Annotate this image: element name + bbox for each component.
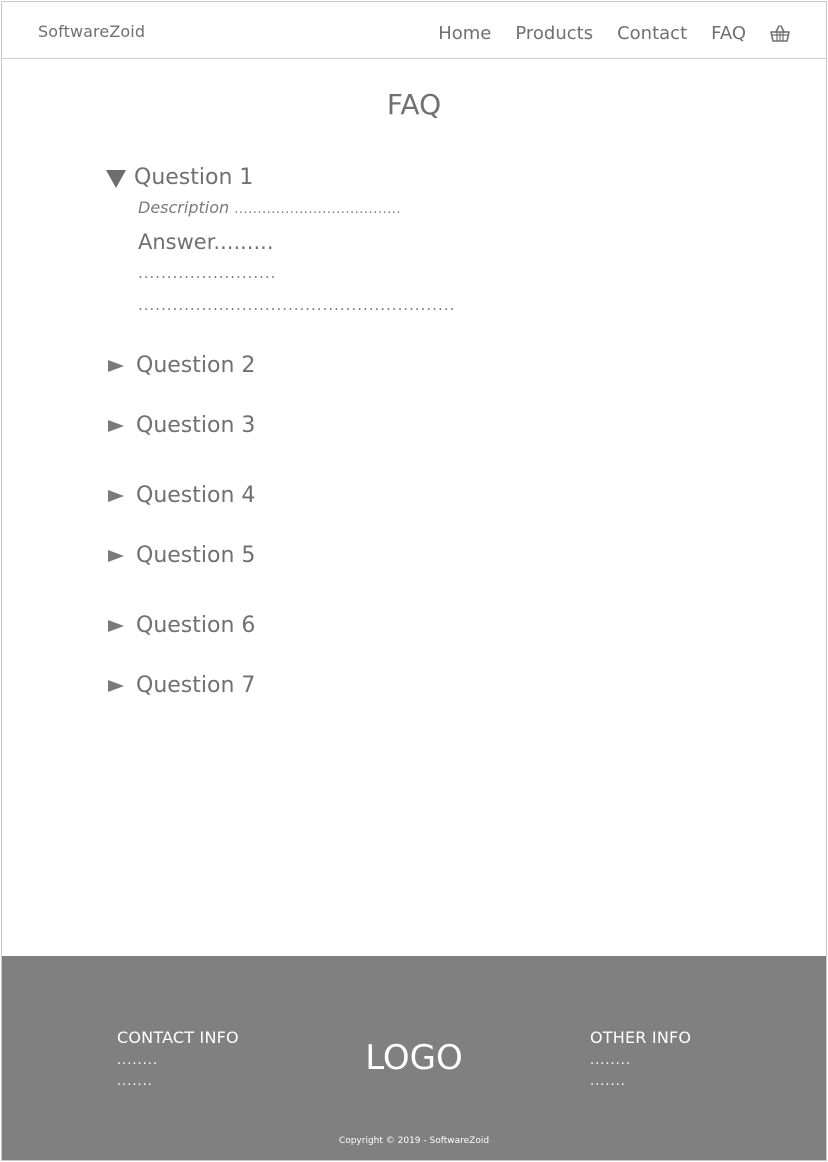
faq-question-7[interactable]: Question 7 xyxy=(106,673,255,698)
page-title: FAQ xyxy=(386,88,442,121)
page-footer: CONTACT INFO ........ ....... LOGO OTHER… xyxy=(2,956,826,1160)
nav-home-link[interactable]: Home xyxy=(438,22,491,46)
nav-faq-link[interactable]: FAQ xyxy=(711,22,746,46)
faq-question-label: Question 6 xyxy=(136,613,256,638)
faq-question-2[interactable]: Question 2 xyxy=(106,353,255,378)
triangle-right-icon xyxy=(108,679,124,692)
triangle-right-icon xyxy=(108,419,124,432)
faq-question-5[interactable]: Question 5 xyxy=(106,543,255,568)
footer-logo: LOGO xyxy=(365,1038,463,1078)
faq-question-label: Question 4 xyxy=(136,483,256,508)
faq-question-3[interactable]: Question 3 xyxy=(106,413,255,438)
faq-question-label: Question 1 xyxy=(134,165,254,190)
footer-copyright: Copyright © 2019 - SoftwareZoid xyxy=(338,1136,490,1146)
footer-other-line: ........ xyxy=(590,1053,632,1068)
faq-question-label: Question 5 xyxy=(136,543,256,568)
footer-other-title: OTHER INFO xyxy=(590,1028,692,1047)
faq-question-6[interactable]: Question 6 xyxy=(106,613,255,638)
faq-description: Description ............................… xyxy=(138,198,401,217)
faq-answer-line: ........................ xyxy=(138,264,277,282)
faq-question-label: Question 3 xyxy=(136,413,256,438)
faq-answer-line: ........................................… xyxy=(138,296,456,314)
description-label: Description xyxy=(138,198,230,217)
faq-question-label: Question 2 xyxy=(136,353,256,378)
triangle-right-icon xyxy=(108,619,124,632)
description-dots: .................................... xyxy=(234,202,401,217)
footer-other-line: ....... xyxy=(590,1074,626,1089)
main-nav: Home Products Contact FAQ xyxy=(438,22,790,46)
footer-other-info: OTHER INFO ........ ....... xyxy=(590,1028,691,1089)
top-navbar: SoftwareZoid Home Products Contact FAQ xyxy=(2,2,826,59)
brand-name[interactable]: SoftwareZoid xyxy=(38,22,145,41)
basket-icon[interactable] xyxy=(770,22,790,46)
faq-question-label: Question 7 xyxy=(136,673,256,698)
faq-question-1[interactable]: Question 1 xyxy=(106,165,253,190)
nav-contact-link[interactable]: Contact xyxy=(617,22,687,46)
faq-question-4[interactable]: Question 4 xyxy=(106,483,255,508)
triangle-right-icon xyxy=(108,359,124,372)
triangle-right-icon xyxy=(108,489,124,502)
nav-products-link[interactable]: Products xyxy=(515,22,593,46)
triangle-right-icon xyxy=(108,549,124,562)
faq-answer: Answer......... xyxy=(138,230,274,254)
triangle-down-icon xyxy=(106,169,126,188)
